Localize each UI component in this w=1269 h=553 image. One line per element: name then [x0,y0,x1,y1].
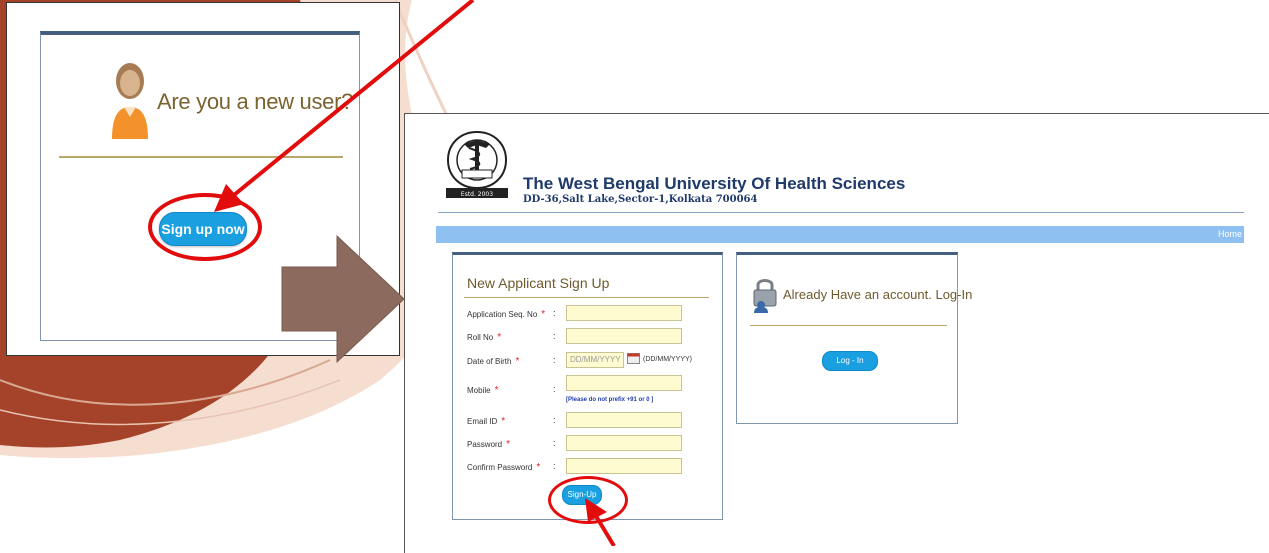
form-row-confirm-password: Confirm Password * : [467,458,717,476]
user-avatar-icon [112,63,148,139]
university-logo-icon: Estd. 2003 [446,130,508,198]
form-row-application-seq: Application Seq. No * : [467,305,717,323]
lock-user-icon [753,279,777,313]
login-card: Already Have an account. Log-In Log - In [736,252,972,424]
zoomed-signup-panel: Are you a new user? Sign up now [6,2,400,356]
roll-no-input[interactable] [566,328,682,344]
password-input[interactable] [566,435,682,451]
field-label: Confirm Password * [467,462,541,473]
form-row-dob: Date of Birth * : DD/MM/YYYY (DD/MM/YYYY) [467,352,717,370]
email-input[interactable] [566,412,682,428]
nav-bar: Home [436,226,1244,243]
university-address: DD-36,Salt Lake,Sector-1,Kolkata 700064 [523,194,758,205]
form-row-mobile: Mobile * : [Please do not prefix +91 or 0… [467,375,717,403]
new-user-question: Are you a new user? [157,89,354,114]
field-label: Application Seq. No * [467,309,546,320]
divider [59,156,343,158]
mobile-hint: [Please do not prefix +91 or 0 ] [566,397,654,403]
field-label: Password * [467,439,511,450]
nav-home-link[interactable]: Home [1218,229,1242,239]
new-user-card: Are you a new user? Sign up now [40,31,360,341]
field-label: Roll No * [467,332,502,343]
highlight-circle [548,476,628,524]
logo-text: Estd. 2003 [461,191,493,198]
confirm-password-input[interactable] [566,458,682,474]
university-title: The West Bengal University Of Health Sci… [523,174,906,193]
application-seq-input[interactable] [566,305,682,321]
divider [464,297,709,298]
field-label: Email ID * [467,416,506,427]
field-label: Mobile * [467,385,499,396]
field-label: Date of Birth * [467,356,520,367]
login-box-title: Already Have an account. Log-In [783,287,973,302]
form-row-password: Password * : [467,435,717,453]
divider [750,325,947,326]
university-signup-page: Estd. 2003 The West Bengal University Of… [404,113,1269,553]
form-row-email: Email ID * : [467,412,717,430]
dob-format-hint: (DD/MM/YYYY) [643,356,692,363]
highlight-circle [148,193,262,261]
mobile-input[interactable] [566,375,682,391]
header-divider [438,212,1244,213]
calendar-icon[interactable] [627,352,640,364]
form-row-roll-no: Roll No * : [467,328,717,346]
log-in-button[interactable]: Log - In [822,351,878,371]
signup-form-title: New Applicant Sign Up [467,275,610,291]
dob-input[interactable]: DD/MM/YYYY [566,352,624,368]
